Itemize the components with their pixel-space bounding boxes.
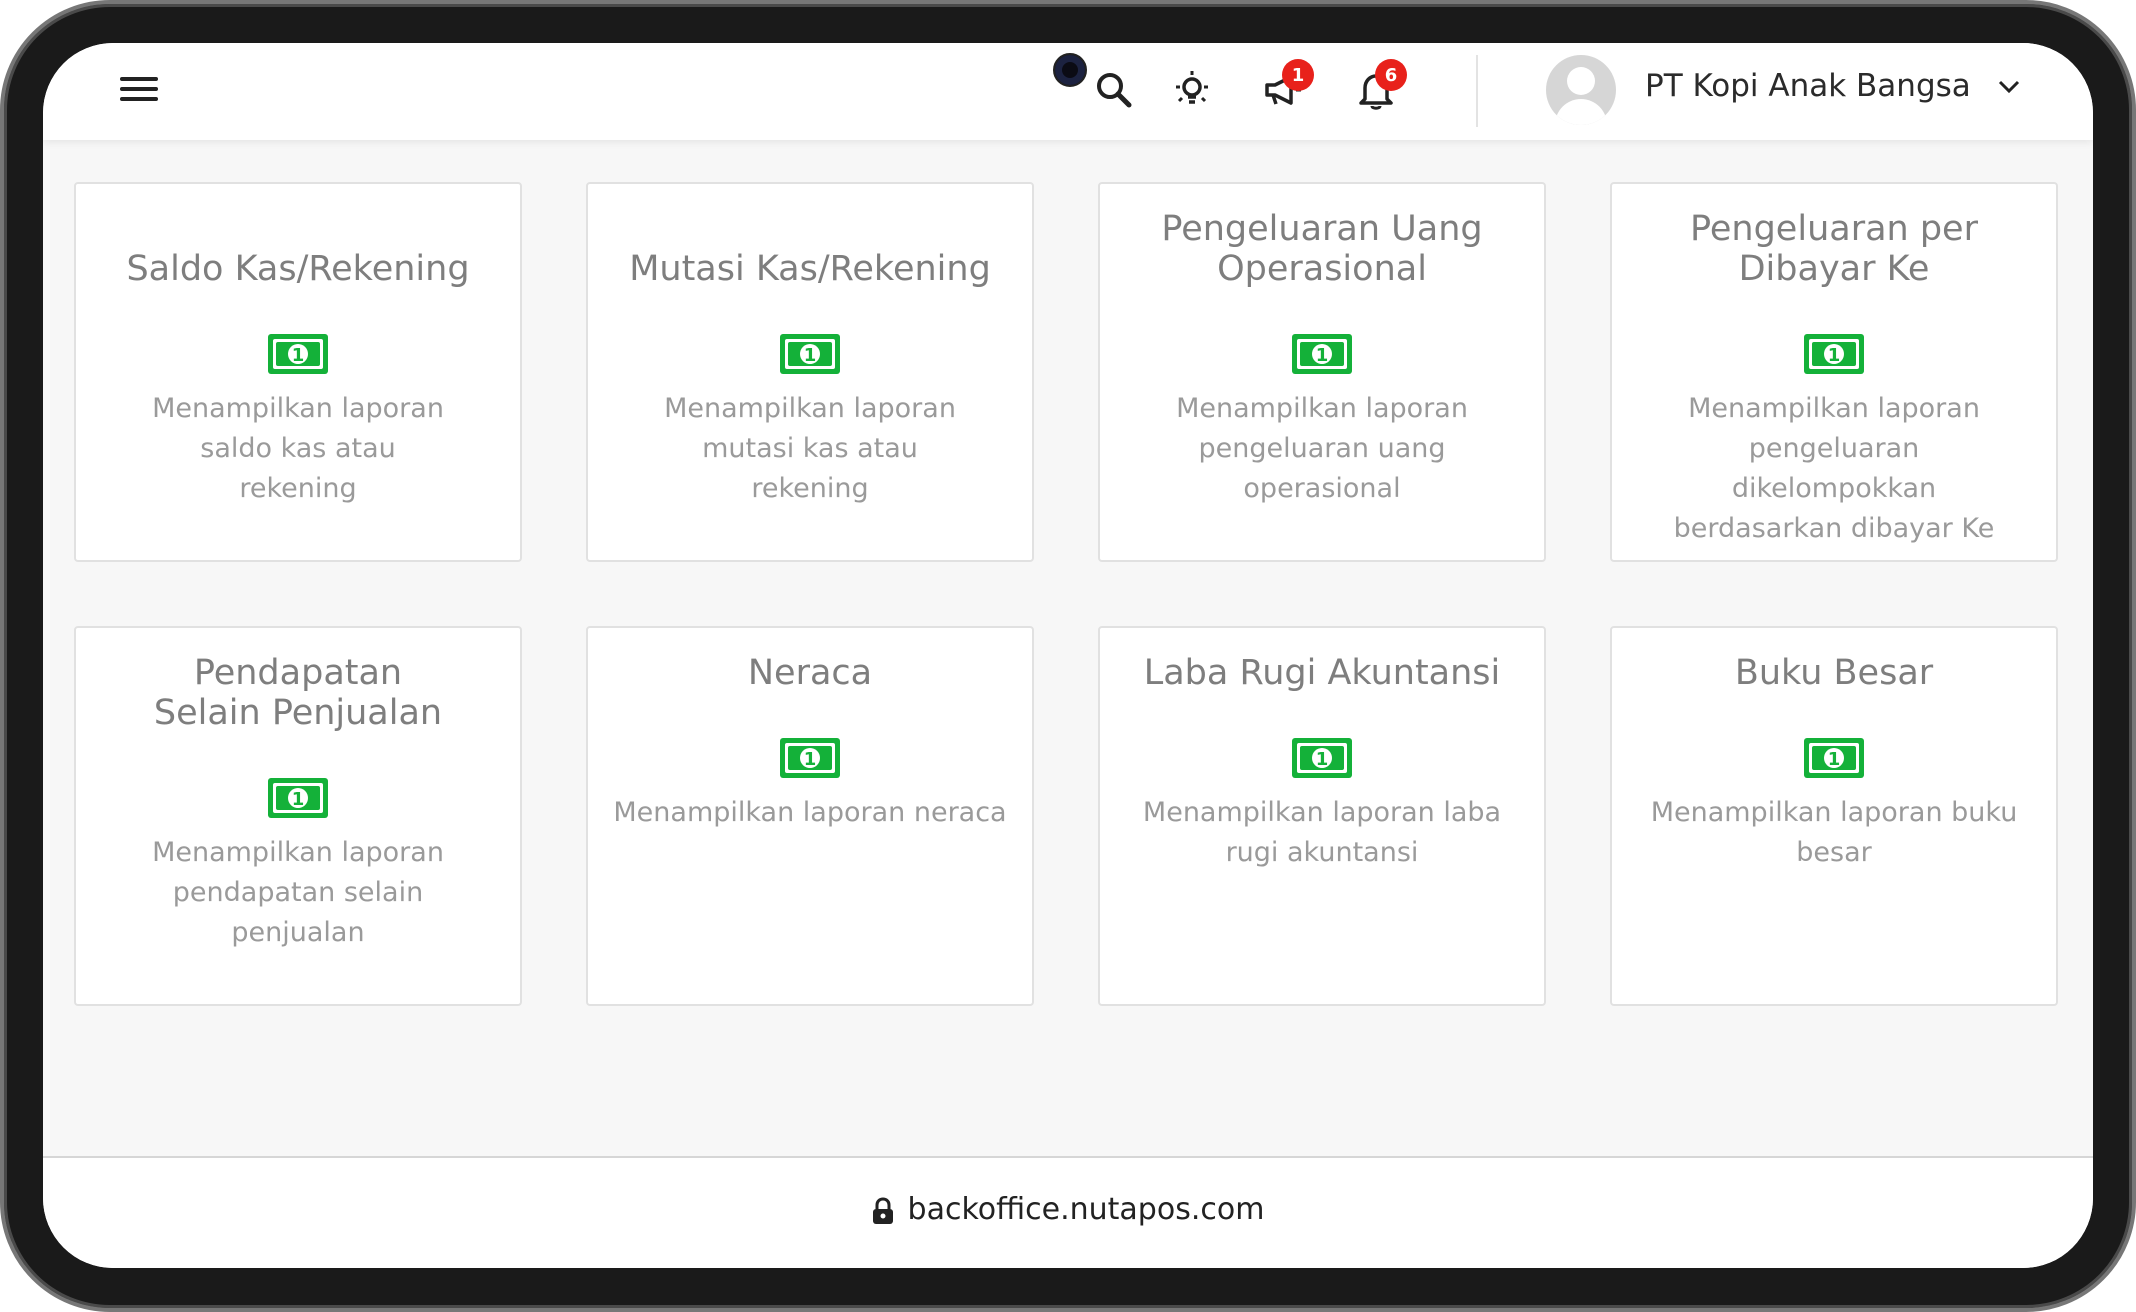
lock-icon xyxy=(872,1196,893,1224)
user-name[interactable]: PT Kopi Anak Bangsa xyxy=(1645,65,1971,107)
card-title: Mutasi Kas/Rekening xyxy=(629,249,991,289)
report-card-buku-besar[interactable]: Buku Besar 1 Menampilkan laporan buku be… xyxy=(1610,626,2058,1006)
screen: 1 6 PT Kopi Anak Bangsa Saldo Kas/Rekeni… xyxy=(43,43,2093,1268)
report-card-neraca[interactable]: Neraca 1 Menampilkan laporan neraca xyxy=(586,626,1034,1006)
card-description: Menampilkan laporan mutasi kas atau reke… xyxy=(664,393,956,504)
svg-text:1: 1 xyxy=(1316,345,1329,366)
card-description: Menampilkan laporan pengeluaran dikelomp… xyxy=(1673,393,1995,544)
money-bill-icon: 1 xyxy=(1804,334,1864,374)
card-description: Menampilkan laporan laba rugi akuntansi xyxy=(1142,797,1502,868)
report-card-saldo-kas[interactable]: Saldo Kas/Rekening 1 Menampilkan laporan… xyxy=(74,182,522,562)
card-description: Menampilkan laporan buku besar xyxy=(1650,797,2018,868)
money-bill-icon: 1 xyxy=(1804,738,1864,778)
card-title: Buku Besar xyxy=(1734,653,1934,693)
url-display[interactable]: backoffice.nutapos.com xyxy=(43,1188,2093,1232)
hamburger-menu-icon[interactable] xyxy=(120,75,158,103)
svg-text:1: 1 xyxy=(292,345,305,366)
svg-text:1: 1 xyxy=(1316,749,1329,770)
search-icon[interactable] xyxy=(1089,65,1139,115)
announcement-badge: 1 xyxy=(1282,59,1314,91)
money-bill-icon: 1 xyxy=(1292,738,1352,778)
svg-text:1: 1 xyxy=(292,789,305,810)
card-description: Menampilkan laporan neraca xyxy=(613,797,1007,828)
money-bill-icon: 1 xyxy=(1292,334,1352,374)
money-bill-icon: 1 xyxy=(268,334,328,374)
svg-text:1: 1 xyxy=(1828,749,1841,770)
url-text: backoffice.nutapos.com xyxy=(907,1192,1265,1227)
report-card-laba-rugi[interactable]: Laba Rugi Akuntansi 1 Menampilkan lapora… xyxy=(1098,626,1546,1006)
svg-text:1: 1 xyxy=(804,749,817,770)
card-title: Pengeluaran Uang Operasional xyxy=(1161,209,1483,289)
avatar[interactable] xyxy=(1546,55,1616,125)
bell-icon[interactable]: 6 xyxy=(1351,59,1407,115)
chevron-down-icon[interactable] xyxy=(1995,73,2023,101)
report-card-pengeluaran-operasional[interactable]: Pengeluaran Uang Operasional 1 Menampilk… xyxy=(1098,182,1546,562)
megaphone-icon[interactable]: 1 xyxy=(1258,59,1314,115)
card-description: Menampilkan laporan pendapatan selain pe… xyxy=(152,837,444,948)
svg-text:1: 1 xyxy=(804,345,817,366)
card-title: Saldo Kas/Rekening xyxy=(126,249,470,289)
report-card-pendapatan-selain-penjualan[interactable]: Pendapatan Selain Penjualan 1 Menampilka… xyxy=(74,626,522,1006)
browser-url-bar[interactable]: backoffice.nutapos.com xyxy=(43,1156,2093,1268)
report-card-pengeluaran-dibayar-ke[interactable]: Pengeluaran per Dibayar Ke 1 Menampilkan… xyxy=(1610,182,2058,562)
card-description: Menampilkan laporan pengeluaran uang ope… xyxy=(1176,393,1468,504)
notification-badge: 6 xyxy=(1375,59,1407,91)
report-card-mutasi-kas[interactable]: Mutasi Kas/Rekening 1 Menampilkan lapora… xyxy=(586,182,1034,562)
card-description: Menampilkan laporan saldo kas atau reken… xyxy=(152,393,444,504)
money-bill-icon: 1 xyxy=(780,334,840,374)
front-camera xyxy=(1053,53,1087,87)
card-title: Laba Rugi Akuntansi xyxy=(1143,653,1501,693)
money-bill-icon: 1 xyxy=(780,738,840,778)
svg-text:1: 1 xyxy=(1828,345,1841,366)
light-bulb-icon[interactable] xyxy=(1167,65,1217,115)
card-title: Neraca xyxy=(747,653,873,693)
card-title: Pengeluaran per Dibayar Ke xyxy=(1690,209,1978,289)
header-divider xyxy=(1476,55,1478,127)
money-bill-icon: 1 xyxy=(268,778,328,818)
card-title: Pendapatan Selain Penjualan xyxy=(153,653,443,733)
